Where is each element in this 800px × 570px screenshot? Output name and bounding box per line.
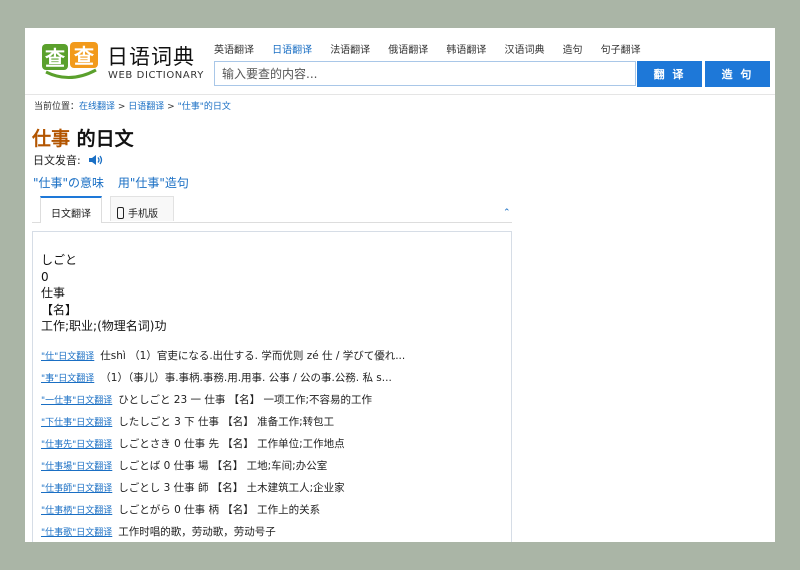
related-link[interactable]: "事"日文翻译 (41, 373, 94, 385)
nav-french[interactable]: 法语翻译 (330, 45, 370, 56)
top-nav: 英语翻译 日语翻译 法语翻译 俄语翻译 韩语翻译 汉语词典 造句 句子翻译 (214, 38, 654, 56)
word-links: "仕事"の意味 用"仕事"造句 (33, 174, 199, 191)
nav-japanese[interactable]: 日语翻译 (272, 45, 312, 56)
breadcrumb-prefix: 当前位置： (34, 102, 80, 112)
pronunciation-label: 日文发音: (33, 154, 81, 167)
header-divider (25, 94, 775, 95)
related-link[interactable]: "仕事歌"日文翻译 (41, 527, 112, 539)
list-item: "仕事歌"日文翻译 工作时唱的歌，劳动歌，劳动号子 (41, 526, 511, 542)
related-link[interactable]: "仕事師"日文翻译 (41, 483, 112, 495)
tab-japanese-translation[interactable]: 日文翻译 (40, 196, 102, 223)
related-link[interactable]: "一仕事"日文翻译 (41, 395, 112, 407)
meaning-link[interactable]: "仕事"の意味 (33, 176, 104, 190)
related-text: しごとさき 0 仕事 先 【名】 工作单位;工作地点 (118, 438, 345, 450)
nav-chinese-dict[interactable]: 汉语词典 (504, 45, 544, 56)
search-input[interactable] (214, 61, 636, 86)
collapse-icon[interactable]: ⌃ (503, 208, 511, 218)
breadcrumb-separator: > (115, 102, 129, 112)
list-item: "事"日文翻译 （1）（事儿）事.事柄.事務.用.用事. 公事 / 公の事.公務.… (41, 372, 511, 394)
phone-icon (117, 207, 124, 219)
breadcrumb-japanese-translate[interactable]: 日语翻译 (128, 102, 164, 112)
definition: しごと 0 仕事 【名】 工作;职业;(物理名词)功 (41, 252, 166, 335)
list-item: "仕事先"日文翻译 しごとさき 0 仕事 先 【名】 工作单位;工作地点 (41, 438, 511, 460)
breadcrumb: 当前位置：在线翻译 > 日语翻译 > "仕事"的日文 (34, 99, 231, 112)
site-logo[interactable]: 查 查 日语词典 WEB DICTIONARY (40, 38, 205, 88)
related-text: しごとし 3 仕事 師 【名】 土木建筑工人;企业家 (118, 482, 345, 494)
list-item: "一仕事"日文翻译 ひとしごと 23 一 仕事 【名】 一项工作;不容易的工作 (41, 394, 511, 416)
definition-accent: 0 (41, 269, 49, 284)
logo-title: 日语词典 (107, 45, 195, 69)
speaker-icon[interactable] (88, 154, 104, 169)
related-text: 仕shì （1）官吏になる.出仕する. 学而优则 zé 仕 / 学びて優れ... (100, 350, 406, 362)
related-link[interactable]: "仕事柄"日文翻译 (41, 505, 112, 517)
list-item: "下仕事"日文翻译 したしごと 3 下 仕事 【名】 准备工作;转包工 (41, 416, 511, 438)
related-text: 工作时唱的歌，劳动歌，劳动号子 (118, 526, 276, 538)
page: 查 查 日语词典 WEB DICTIONARY 英语翻译 日语翻译 法语翻译 俄… (25, 28, 775, 542)
related-text: したしごと 3 下 仕事 【名】 准备工作;转包工 (118, 416, 335, 428)
translation-panel: しごと 0 仕事 【名】 工作;职业;(物理名词)功 "仕"日文翻译 仕shì （… (32, 231, 512, 542)
logo-subtitle: WEB DICTIONARY (108, 70, 204, 81)
related-link[interactable]: "仕事先"日文翻译 (41, 439, 112, 451)
list-item: "仕"日文翻译 仕shì （1）官吏になる.出仕する. 学而优则 zé 仕 / 学… (41, 350, 511, 372)
list-item: "仕事場"日文翻译 しごとば 0 仕事 場 【名】 工地;车间;办公室 (41, 460, 511, 482)
example-sentence-link[interactable]: 用"仕事"造句 (118, 176, 189, 190)
tab-mobile-label: 手机版 (128, 209, 158, 220)
breadcrumb-separator: > (164, 102, 178, 112)
logo-icon: 查 查 (42, 42, 98, 79)
tab-mobile[interactable]: 手机版 (110, 196, 174, 221)
translate-button[interactable]: 翻 译 (637, 61, 702, 87)
breadcrumb-current[interactable]: "仕事"的日文 (178, 102, 231, 112)
definition-pos: 【名】 (41, 302, 78, 317)
related-link[interactable]: "下仕事"日文翻译 (41, 417, 112, 429)
breadcrumb-online-translate[interactable]: 在线翻译 (79, 102, 115, 112)
related-list: "仕"日文翻译 仕shì （1）官吏になる.出仕する. 学而优则 zé 仕 / 学… (41, 350, 511, 542)
svg-text:查: 查 (45, 46, 65, 70)
related-text: （1）（事儿）事.事柄.事務.用.用事. 公事 / 公の事.公務. 私 s... (100, 372, 392, 384)
title-word: 仕事 (32, 128, 71, 150)
related-link[interactable]: "仕事場"日文翻译 (41, 461, 112, 473)
tab-bar: 日文翻译 手机版 (32, 196, 512, 223)
page-title: 仕事 的日文 (32, 124, 134, 151)
sentence-button[interactable]: 造 句 (705, 61, 770, 87)
nav-sentence-translate[interactable]: 句子翻译 (601, 45, 641, 56)
nav-russian[interactable]: 俄语翻译 (388, 45, 428, 56)
nav-sentence[interactable]: 造句 (563, 45, 583, 56)
definition-reading: しごと (41, 253, 78, 267)
related-text: しごとば 0 仕事 場 【名】 工地;车间;办公室 (118, 460, 328, 472)
pronunciation: 日文发音: (33, 152, 104, 169)
nav-korean[interactable]: 韩语翻译 (446, 45, 486, 56)
nav-english[interactable]: 英语翻译 (214, 45, 254, 56)
related-text: ひとしごと 23 一 仕事 【名】 一项工作;不容易的工作 (118, 394, 373, 406)
list-item: "仕事師"日文翻译 しごとし 3 仕事 師 【名】 土木建筑工人;企业家 (41, 482, 511, 504)
related-link[interactable]: "仕"日文翻译 (41, 351, 94, 363)
definition-word: 仕事 (41, 286, 66, 300)
related-text: しごとがら 0 仕事 柄 【名】 工作上的关系 (118, 504, 321, 516)
list-item: "仕事柄"日文翻译 しごとがら 0 仕事 柄 【名】 工作上的关系 (41, 504, 511, 526)
svg-text:查: 查 (74, 44, 94, 68)
definition-meaning: 工作;职业;(物理名词)功 (41, 319, 167, 333)
title-suffix: 的日文 (70, 128, 134, 150)
